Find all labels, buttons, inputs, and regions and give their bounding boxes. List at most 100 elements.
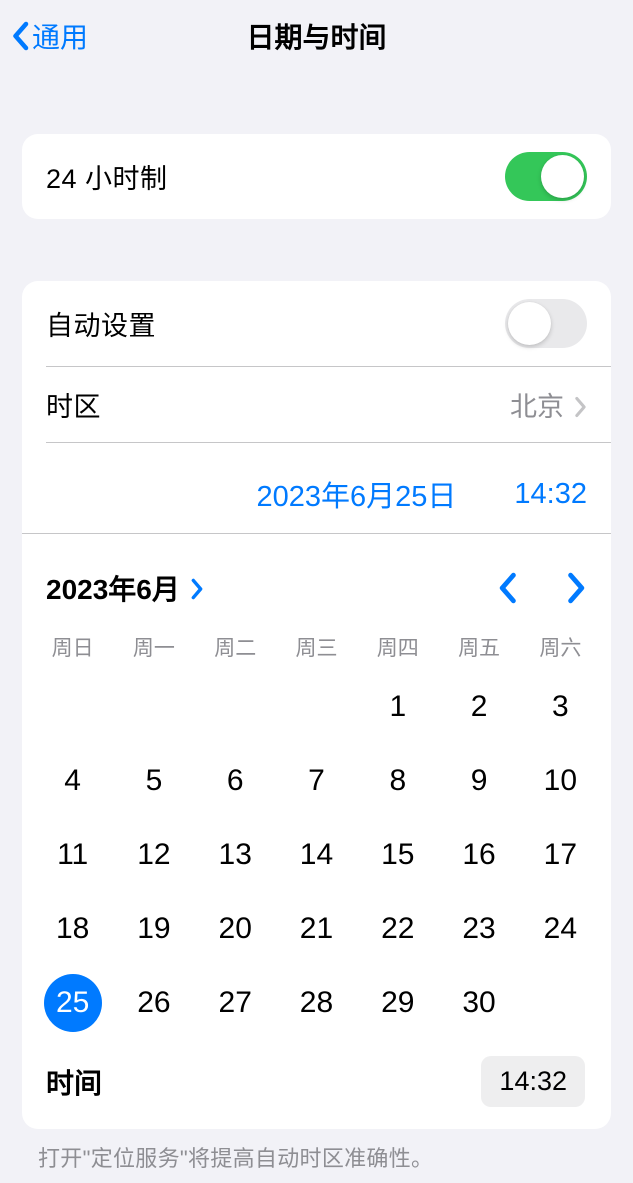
toggle-thumb: [541, 155, 584, 198]
day-number: 7: [308, 764, 325, 798]
day-number: 4: [64, 764, 81, 798]
day-cell[interactable]: 27: [195, 966, 276, 1040]
day-number: 21: [300, 912, 333, 946]
day-cell[interactable]: 20: [195, 892, 276, 966]
row-timezone[interactable]: 时区 北京: [22, 367, 611, 442]
time-row: 时间 14:32: [32, 1040, 601, 1129]
day-number: 14: [300, 838, 333, 872]
day-number: 6: [227, 764, 244, 798]
day-number: 22: [381, 912, 414, 946]
day-cell[interactable]: 17: [520, 818, 601, 892]
day-cell[interactable]: 9: [438, 744, 519, 818]
day-cell[interactable]: 8: [357, 744, 438, 818]
day-cell[interactable]: 11: [32, 818, 113, 892]
day-number: 26: [137, 986, 170, 1020]
day-cell[interactable]: 23: [438, 892, 519, 966]
day-number: 11: [57, 838, 88, 872]
weekday-label: 周日: [32, 632, 113, 662]
toggle-24h[interactable]: [505, 152, 587, 201]
back-button[interactable]: 通用: [10, 16, 88, 56]
day-cell[interactable]: 18: [32, 892, 113, 966]
day-cell[interactable]: 13: [195, 818, 276, 892]
day-number: 2: [471, 690, 488, 724]
chevron-right-icon: [190, 578, 204, 600]
row-auto-set: 自动设置: [22, 281, 611, 366]
day-cell[interactable]: 14: [276, 818, 357, 892]
next-month-button[interactable]: [567, 572, 587, 604]
days-grid: 1234567891011121314151617181920212223242…: [32, 670, 601, 1040]
prev-month-button[interactable]: [497, 572, 517, 604]
row-selected-datetime: 2023年6月25日 14:32: [22, 443, 611, 533]
day-number: 9: [471, 764, 488, 798]
day-number: 27: [219, 986, 252, 1020]
day-number: 23: [462, 912, 495, 946]
day-cell[interactable]: 5: [113, 744, 194, 818]
toggle-thumb: [508, 302, 551, 345]
day-cell[interactable]: 4: [32, 744, 113, 818]
month-label: 2023年6月: [46, 568, 180, 608]
weekday-label: 周六: [520, 632, 601, 662]
calendar-header: 2023年6月: [32, 544, 601, 626]
day-cell[interactable]: 7: [276, 744, 357, 818]
day-number: 17: [544, 838, 577, 872]
day-number: 29: [381, 986, 414, 1020]
day-cell[interactable]: 30: [438, 966, 519, 1040]
day-cell-empty: [195, 670, 276, 744]
day-number: 3: [552, 690, 569, 724]
weekday-row: 周日周一周二周三周四周五周六: [32, 626, 601, 670]
label-timezone: 时区: [46, 385, 101, 424]
weekday-label: 周一: [113, 632, 194, 662]
toggle-auto-set[interactable]: [505, 299, 587, 348]
day-cell[interactable]: 10: [520, 744, 601, 818]
day-cell[interactable]: 25: [32, 966, 113, 1040]
group-datetime: 自动设置 时区 北京 2023年6月25日 14:32 2023年6月: [22, 281, 611, 1129]
day-cell-empty: [276, 670, 357, 744]
day-cell[interactable]: 26: [113, 966, 194, 1040]
day-number: 13: [219, 838, 252, 872]
day-cell[interactable]: 22: [357, 892, 438, 966]
day-number: 1: [389, 690, 406, 724]
day-number: 30: [462, 986, 495, 1020]
day-number: 28: [300, 986, 333, 1020]
day-cell-empty: [32, 670, 113, 744]
timezone-text: 北京: [510, 385, 564, 424]
selected-date-button[interactable]: 2023年6月25日: [257, 473, 457, 515]
back-label: 通用: [32, 16, 88, 56]
month-nav: [497, 572, 587, 604]
footer-text: 打开"定位服务"将提高自动时区准确性。: [0, 1129, 633, 1173]
day-cell[interactable]: 15: [357, 818, 438, 892]
day-number: 5: [146, 764, 163, 798]
weekday-label: 周四: [357, 632, 438, 662]
day-cell[interactable]: 3: [520, 670, 601, 744]
group-24h: 24 小时制: [22, 134, 611, 219]
day-cell[interactable]: 29: [357, 966, 438, 1040]
day-number: 10: [544, 764, 577, 798]
day-cell[interactable]: 21: [276, 892, 357, 966]
day-cell[interactable]: 1: [357, 670, 438, 744]
day-number: 15: [381, 838, 414, 872]
page-title: 日期与时间: [246, 16, 386, 56]
day-cell[interactable]: 12: [113, 818, 194, 892]
day-cell[interactable]: 2: [438, 670, 519, 744]
chevron-left-icon: [10, 21, 30, 51]
day-cell[interactable]: 19: [113, 892, 194, 966]
day-cell-empty: [113, 670, 194, 744]
day-number: 25: [56, 986, 89, 1020]
day-cell[interactable]: 16: [438, 818, 519, 892]
chevron-right-icon: [574, 394, 587, 416]
day-cell[interactable]: 28: [276, 966, 357, 1040]
calendar: 2023年6月 周日周一周二周三周四周五周六 12345678910111213…: [22, 534, 611, 1129]
month-picker[interactable]: 2023年6月: [46, 568, 204, 608]
weekday-label: 周二: [195, 632, 276, 662]
selected-time-button[interactable]: 14:32: [514, 478, 587, 511]
day-number: 8: [389, 764, 406, 798]
day-number: 12: [137, 838, 170, 872]
weekday-label: 周五: [438, 632, 519, 662]
day-cell[interactable]: 6: [195, 744, 276, 818]
day-cell[interactable]: 24: [520, 892, 601, 966]
time-pill-button[interactable]: 14:32: [481, 1056, 585, 1107]
day-number: 24: [544, 912, 577, 946]
nav-bar: 通用 日期与时间: [0, 0, 633, 72]
value-timezone: 北京: [510, 385, 587, 424]
time-row-label: 时间: [46, 1062, 102, 1102]
